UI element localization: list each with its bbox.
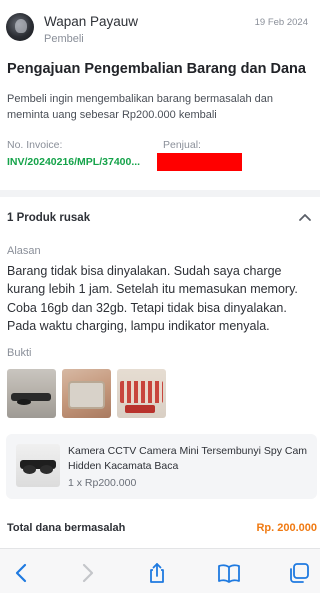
reason-label: Alasan [7,245,41,257]
header: Wapan Payauw Pembeli 19 Feb 2024 [0,0,320,52]
proof-label: Bukti [7,347,32,359]
proof-photo-1[interactable] [7,369,56,418]
user-role: Pembeli [44,33,84,45]
book-icon[interactable] [217,561,241,585]
product-image [16,444,60,487]
total-value: Rp. 200.000 [256,522,317,534]
page-title: Pengajuan Pengembalian Barang dan Dana [7,61,306,77]
seller-name-redacted [157,153,242,171]
reason-text: Barang tidak bisa dinyalakan. Sudah saya… [7,264,298,334]
tabs-icon[interactable] [287,561,311,585]
chevron-right-icon[interactable] [75,561,99,585]
section-divider [0,190,320,197]
product-section-header[interactable]: 1 Produk rusak [7,212,90,224]
proof-photo-2[interactable] [62,369,111,418]
chevron-up-icon[interactable] [298,212,312,222]
total-label: Total dana bermasalah [7,522,126,534]
product-card[interactable]: Kamera CCTV Camera Mini Tersembunyi Spy … [6,434,317,499]
user-name: Wapan Payauw [44,14,139,29]
chevron-left-icon[interactable] [10,561,34,585]
avatar[interactable] [6,13,34,41]
seller-label: Penjual: [163,139,201,151]
invoice-label: No. Invoice: [7,139,63,151]
invoice-number-link[interactable]: INV/20240216/MPL/37400... [7,156,140,168]
proof-photo-3[interactable] [117,369,166,418]
request-description: Pembeli ingin mengembalikan barang berma… [7,93,273,121]
product-name: Kamera CCTV Camera Mini Tersembunyi Spy … [68,445,308,472]
request-date: 19 Feb 2024 [254,17,308,28]
browser-toolbar [0,548,320,593]
share-icon[interactable] [145,561,169,585]
product-qty-price: 1 x Rp200.000 [68,477,137,489]
